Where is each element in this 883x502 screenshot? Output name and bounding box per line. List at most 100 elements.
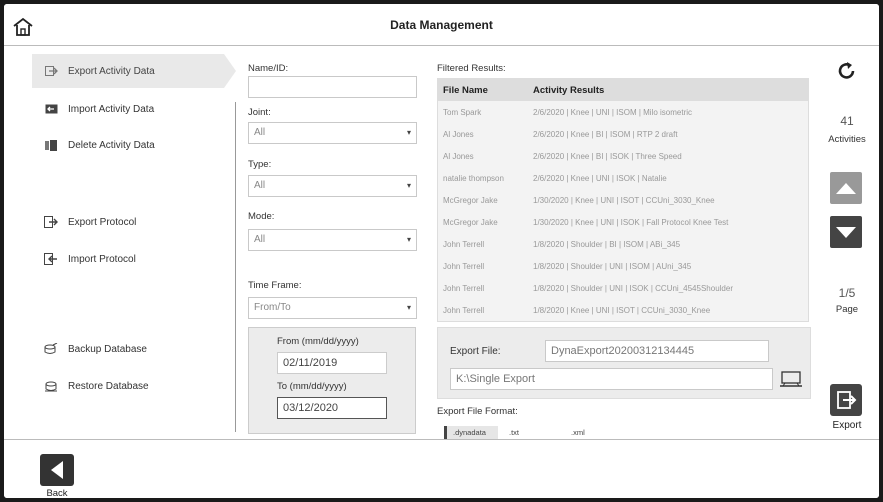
trash-icon [44,139,58,151]
to-date-input[interactable]: 03/12/2020 [277,397,387,419]
back-label: Back [46,488,68,498]
column-header-file-name[interactable]: File Name [438,79,533,101]
file-name-cell: Tom Spark [443,107,482,117]
file-name-cell: Al Jones [443,129,474,139]
import-protocol-icon [44,253,58,265]
export-protocol-icon [44,216,58,228]
file-name-cell: John Terrell [443,261,485,271]
restore-icon [44,380,58,392]
time-frame-select[interactable]: From/To [248,297,417,319]
activity-results-cell: 2/6/2020 | Knee | BI | ISOM | RTP 2 draf… [533,129,678,139]
format-option-txt[interactable]: .txt [509,426,519,440]
export-file-name-input[interactable]: DynaExport20200312134445 [545,340,769,362]
table-row[interactable]: McGregor Jake 1/30/2020 | Knee | UNI | IS… [438,189,808,211]
import-arrow-icon [44,103,58,115]
time-frame-label: Time Frame: [248,280,302,291]
sidebar-item-import-protocol[interactable]: Import Protocol [32,242,224,276]
sidebar-item-label: Backup Database [68,343,147,355]
joint-select[interactable]: All [248,122,417,144]
file-name-cell: John Terrell [443,283,485,293]
format-option-xml[interactable]: .xml [571,426,585,440]
sidebar-item-export-protocol[interactable]: Export Protocol [32,205,224,239]
column-header-activity-results[interactable]: Activity Results [533,79,808,101]
activities-count: 41 [840,114,854,128]
app-window: Data Management Export Activity Data Imp… [4,4,879,498]
table-row[interactable]: McGregor Jake 1/30/2020 | Knee | UNI | IS… [438,211,808,233]
browse-folder-icon[interactable] [780,370,802,388]
sidebar-item-label: Delete Activity Data [68,139,155,151]
page-indicator: 1/5 [838,286,856,300]
to-date-label: To (mm/dd/yyyy) [277,381,347,392]
table-row[interactable]: Tom Spark 2/6/2020 | Knee | UNI | ISOM | … [438,101,808,123]
activity-results-cell: 2/6/2020 | Knee | UNI | ISOM | Milo isom… [533,107,693,117]
activity-results-cell: 1/8/2020 | Shoulder | UNI | ISOM | AUni_… [533,261,692,271]
export-icon [837,391,857,409]
title-bar: Data Management [4,4,879,46]
from-date-input[interactable]: 02/11/2019 [277,352,387,374]
joint-label: Joint: [248,107,271,118]
mode-label: Mode: [248,211,275,222]
export-path-input[interactable]: K:\Single Export [450,368,773,390]
sidebar-item-label: Export Protocol [68,216,137,228]
export-file-panel: Export File: DynaExport20200312134445 K:… [437,327,811,399]
page-label: Page [835,304,859,315]
sidebar-item-label: Restore Database [68,380,149,392]
sidebar-item-backup-database[interactable]: Backup Database [32,332,224,366]
date-range-panel: From (mm/dd/yyyy) 02/11/2019 To (mm/dd/y… [248,327,416,434]
type-select-value: All [254,180,266,191]
sidebar: Export Activity Data Import Activity Dat… [4,47,236,436]
activity-results-cell: 1/30/2020 | Knee | UNI | ISOK | Fall Pro… [533,217,729,227]
file-name-cell: McGregor Jake [443,217,498,227]
table-row[interactable]: Al Jones 2/6/2020 | Knee | BI | ISOK | Th… [438,145,808,167]
refresh-icon[interactable] [836,60,858,82]
type-label: Type: [248,159,272,170]
file-name-cell: John Terrell [443,239,485,249]
results-table: File Name Activity Results Tom Spark 2/6/… [437,78,809,322]
sidebar-item-label: Import Protocol [68,253,136,265]
table-row[interactable]: John Terrell 1/8/2020 | Shoulder | UNI | … [438,255,808,277]
export-button[interactable] [830,384,862,416]
sidebar-item-restore-database[interactable]: Restore Database [32,369,224,403]
export-format-label: Export File Format: [437,406,518,417]
back-arrow-icon [51,461,63,479]
format-option-dynadata[interactable]: .dynadata [444,426,498,440]
export-file-label: Export File: [450,346,501,357]
export-arrow-icon [44,65,58,77]
scroll-down-button[interactable] [830,216,862,248]
sidebar-divider [235,102,236,432]
export-button-label: Export [832,420,862,431]
activity-results-cell: 2/6/2020 | Knee | UNI | ISOK | Natalie [533,173,667,183]
activity-results-cell: 1/8/2020 | Shoulder | BI | ISOM | ABi_34… [533,239,681,249]
backup-icon [44,343,58,355]
sidebar-item-import-activity-data[interactable]: Import Activity Data [32,92,224,126]
sidebar-item-label: Export Activity Data [68,65,155,77]
file-name-cell: McGregor Jake [443,195,498,205]
filtered-results-label: Filtered Results: [437,63,506,74]
triangle-down-icon [836,227,856,238]
activity-results-cell: 1/8/2020 | Knee | UNI | ISOT | CCUni_303… [533,305,711,315]
file-name-cell: John Terrell [443,305,485,315]
results-header-row: File Name Activity Results [438,79,808,101]
scroll-up-button[interactable] [830,172,862,204]
table-row[interactable]: natalie thompson 2/6/2020 | Knee | UNI | … [438,167,808,189]
mode-select[interactable]: All [248,229,417,251]
triangle-up-icon [836,183,856,194]
time-frame-select-value: From/To [254,302,291,313]
from-date-label: From (mm/dd/yyyy) [277,336,359,347]
back-button[interactable] [40,454,74,486]
name-id-input[interactable] [248,76,417,98]
table-row[interactable]: John Terrell 1/8/2020 | Shoulder | UNI | … [438,277,808,299]
type-select[interactable]: All [248,175,417,197]
name-id-label: Name/ID: [248,63,289,74]
table-row[interactable]: Al Jones 2/6/2020 | Knee | BI | ISOM | RT… [438,123,808,145]
sidebar-item-delete-activity-data[interactable]: Delete Activity Data [32,128,224,162]
page-title: Data Management [390,18,493,32]
activity-results-cell: 1/8/2020 | Shoulder | UNI | ISOK | CCUni… [533,283,733,293]
file-name-cell: natalie thompson [443,173,504,183]
table-row[interactable]: John Terrell 1/8/2020 | Shoulder | BI | I… [438,233,808,255]
activity-results-cell: 2/6/2020 | Knee | BI | ISOK | Three Spee… [533,151,682,161]
table-row[interactable]: John Terrell 1/8/2020 | Knee | UNI | ISOT… [438,299,808,321]
bottom-bar: Back [4,439,879,498]
sidebar-item-export-activity-data[interactable]: Export Activity Data [32,54,236,88]
joint-select-value: All [254,127,266,138]
